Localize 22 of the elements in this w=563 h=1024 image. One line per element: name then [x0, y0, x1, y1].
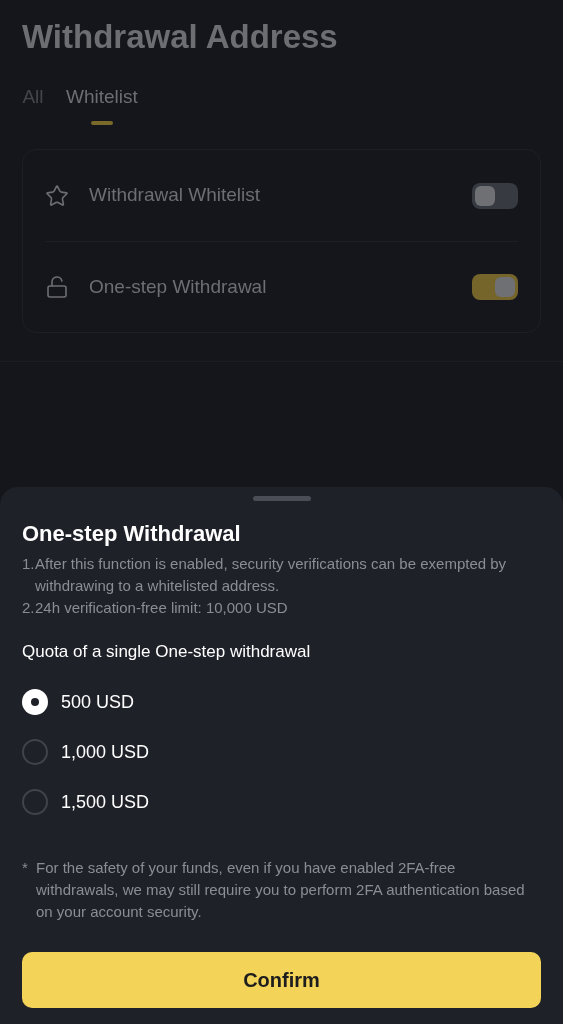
- unlocked-padlock-icon: [45, 275, 69, 299]
- security-note: For the safety of your funds, even if you have enabled 2FA-free withdrawals, we may still require you to perform 2FA authentication based on your account security.: [36, 858, 526, 922]
- setting-label: One-step Withdrawal: [89, 274, 268, 299]
- radio-option[interactable]: 1,000 USD: [22, 727, 541, 777]
- page-title: Withdrawal Address: [22, 17, 339, 57]
- radio-button[interactable]: [22, 739, 48, 765]
- setting-label: Withdrawal Whitelist: [89, 183, 262, 208]
- sheet-title: One-step Withdrawal: [22, 520, 242, 548]
- note-marker: *: [22, 858, 29, 878]
- radio-option[interactable]: 500 USD: [22, 677, 541, 727]
- info-item: 2.24h verification-free limit: 10,000 USD: [22, 598, 289, 618]
- radio-button[interactable]: [22, 789, 48, 815]
- info-item: 1.After this function is enabled, security verifications can be exempted by withdrawing to a whitelisted address.: [22, 554, 508, 596]
- quota-label: Quota of a single One-step withdrawal: [22, 641, 312, 663]
- radio-option[interactable]: 1,500 USD: [22, 777, 541, 827]
- drag-handle[interactable]: [252, 496, 311, 501]
- radio-button[interactable]: [22, 689, 48, 715]
- star-icon: [45, 183, 69, 208]
- toggle-switch[interactable]: [472, 274, 518, 300]
- confirm-button[interactable]: Confirm: [22, 952, 541, 1008]
- tab[interactable]: Whitelist: [66, 84, 138, 125]
- toggle-switch[interactable]: [472, 182, 518, 209]
